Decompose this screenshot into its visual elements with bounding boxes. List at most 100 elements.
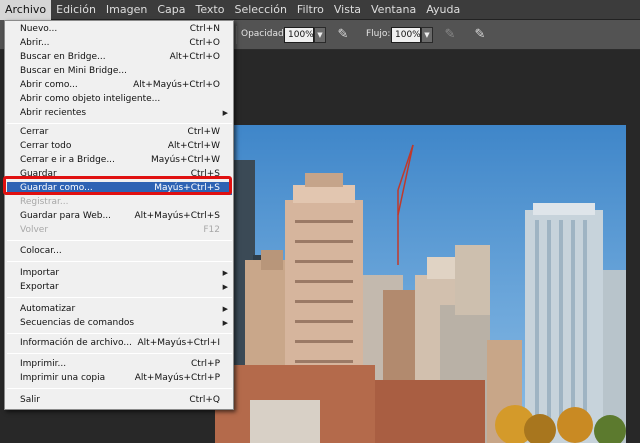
menu-item-abrir-recientes[interactable]: Abrir recientes ▶ [7, 107, 232, 120]
menu-item-shortcut: Alt+Mayús+Ctrl+I [137, 338, 220, 348]
menu-item-automatizar[interactable]: Automatizar ▶ [7, 303, 232, 316]
menu-item-shortcut: Alt+Mayús+Ctrl+P [134, 373, 220, 383]
menu-item-informacion-archivo[interactable]: Información de archivo... Alt+Mayús+Ctrl… [7, 337, 232, 350]
submenu-arrow-icon: ▶ [222, 283, 228, 291]
submenu-arrow-icon: ▶ [222, 319, 228, 327]
menu-item-shortcut: Alt+Ctrl+W [167, 141, 220, 151]
opacity-label: Opacidad: [241, 29, 287, 39]
menu-item-salir[interactable]: Salir Ctrl+Q [7, 394, 232, 407]
menu-bar: Archivo Edición Imagen Capa Texto Selecc… [0, 0, 640, 20]
menu-item-abrir-objeto-inteligente[interactable]: Abrir como objeto inteligente... [7, 93, 232, 106]
options-divider [236, 26, 237, 44]
menu-item-abrir[interactable]: Abrir... Ctrl+O [7, 37, 232, 50]
opacity-input[interactable]: 100% [284, 27, 314, 43]
menu-ventana[interactable]: Ventana [366, 0, 421, 20]
menu-edicion[interactable]: Edición [51, 0, 101, 20]
file-menu-dropdown: Nuevo... Ctrl+N Abrir... Ctrl+O Buscar e… [4, 20, 234, 410]
menu-item-label: Abrir... [20, 38, 50, 48]
menu-item-label: Abrir como... [20, 80, 78, 90]
menu-item-label: Cerrar todo [20, 141, 72, 151]
menu-item-label: Abrir recientes [20, 108, 87, 118]
menu-item-registrar: Registrar... [7, 196, 232, 209]
menu-item-label: Imprimir una copia [20, 373, 106, 383]
menu-vista[interactable]: Vista [329, 0, 366, 20]
menu-item-label: Volver [20, 225, 49, 235]
menu-item-label: Imprimir... [20, 359, 67, 369]
menu-separator [7, 123, 232, 124]
menu-item-imprimir[interactable]: Imprimir... Ctrl+P [7, 358, 232, 371]
menu-item-shortcut: Ctrl+P [191, 359, 220, 369]
menu-item-nuevo[interactable]: Nuevo... Ctrl+N [7, 23, 232, 36]
menu-item-shortcut: F12 [203, 225, 220, 235]
chevron-down-icon: ▼ [317, 31, 323, 39]
menu-item-secuencias-comandos[interactable]: Secuencias de comandos ▶ [7, 317, 232, 330]
menu-archivo[interactable]: Archivo [0, 0, 52, 20]
menu-item-label: Información de archivo... [20, 338, 132, 348]
flow-label: Flujo: [366, 29, 391, 39]
submenu-arrow-icon: ▶ [222, 269, 228, 277]
menu-texto[interactable]: Texto [191, 0, 230, 20]
menu-item-cerrar-todo[interactable]: Cerrar todo Alt+Ctrl+W [7, 140, 232, 153]
menu-item-shortcut: Mayús+Ctrl+S [154, 183, 220, 193]
menu-item-label: Guardar para Web... [20, 211, 112, 221]
menu-item-shortcut: Ctrl+Q [189, 395, 220, 405]
menu-item-label: Nuevo... [20, 24, 58, 34]
menu-item-label: Exportar [20, 282, 59, 292]
menu-item-shortcut: Alt+Mayús+Ctrl+S [134, 211, 220, 221]
menu-separator [7, 240, 232, 241]
menu-item-label: Buscar en Mini Bridge... [20, 66, 127, 76]
menu-item-shortcut: Mayús+Ctrl+W [151, 155, 220, 165]
menu-item-label: Guardar como... [20, 183, 93, 193]
menu-item-label: Secuencias de comandos [20, 318, 135, 328]
menu-item-cerrar[interactable]: Cerrar Ctrl+W [7, 126, 232, 139]
pressure-size-icon[interactable]: ✎ [471, 26, 489, 44]
submenu-arrow-icon: ▶ [222, 109, 228, 117]
pressure-opacity-icon[interactable]: ✎ [334, 26, 352, 44]
menu-item-shortcut: Alt+Mayús+Ctrl+O [133, 80, 220, 90]
menu-item-shortcut: Ctrl+O [189, 38, 220, 48]
chevron-down-icon: ▼ [424, 31, 430, 39]
menu-item-imprimir-copia[interactable]: Imprimir una copia Alt+Mayús+Ctrl+P [7, 372, 232, 385]
menu-capa[interactable]: Capa [152, 0, 190, 20]
menu-separator [7, 297, 232, 298]
menu-item-volver: Volver F12 [7, 224, 232, 237]
menu-item-label: Registrar... [20, 197, 69, 207]
menu-item-shortcut: Alt+Ctrl+O [169, 52, 220, 62]
menu-item-label: Cerrar e ir a Bridge... [20, 155, 115, 165]
menu-item-cerrar-ir-bridge[interactable]: Cerrar e ir a Bridge... Mayús+Ctrl+W [7, 154, 232, 167]
city-skyline-photo [215, 144, 626, 443]
menu-item-buscar-mini-bridge[interactable]: Buscar en Mini Bridge... [7, 65, 232, 78]
menu-item-guardar[interactable]: Guardar Ctrl+S [7, 168, 232, 181]
menu-ayuda[interactable]: Ayuda [421, 0, 465, 20]
menu-item-abrir-como[interactable]: Abrir como... Alt+Mayús+Ctrl+O [7, 79, 232, 92]
menu-item-label: Salir [20, 395, 40, 405]
menu-item-label: Buscar en Bridge... [20, 52, 106, 62]
menu-imagen[interactable]: Imagen [101, 0, 152, 20]
menu-item-shortcut: Ctrl+N [189, 24, 220, 34]
submenu-arrow-icon: ▶ [222, 305, 228, 313]
menu-filtro[interactable]: Filtro [292, 0, 329, 20]
menu-item-label: Automatizar [20, 304, 76, 314]
menu-item-buscar-bridge[interactable]: Buscar en Bridge... Alt+Ctrl+O [7, 51, 232, 64]
menu-separator [7, 353, 232, 354]
menu-item-shortcut: Ctrl+S [190, 169, 220, 179]
flow-input[interactable]: 100% [391, 27, 421, 43]
menu-item-exportar[interactable]: Exportar ▶ [7, 281, 232, 294]
menu-separator [7, 261, 232, 262]
menu-item-colocar[interactable]: Colocar... [7, 245, 232, 258]
flow-dropdown-button[interactable]: ▼ [421, 27, 433, 43]
menu-separator [7, 333, 232, 334]
menu-seleccion[interactable]: Selección [229, 0, 291, 20]
menu-separator [7, 388, 232, 389]
menu-item-guardar-web[interactable]: Guardar para Web... Alt+Mayús+Ctrl+S [7, 210, 232, 223]
document-canvas[interactable] [215, 125, 626, 443]
menu-item-guardar-como[interactable]: Guardar como... Mayús+Ctrl+S [7, 182, 232, 195]
menu-item-label: Abrir como objeto inteligente... [20, 94, 161, 104]
opacity-dropdown-button[interactable]: ▼ [314, 27, 326, 43]
menu-item-label: Importar [20, 268, 60, 278]
menu-item-label: Cerrar [20, 127, 49, 137]
menu-item-importar[interactable]: Importar ▶ [7, 267, 232, 280]
menu-item-label: Guardar [20, 169, 57, 179]
airbrush-icon[interactable]: ✎ [441, 26, 459, 44]
menu-item-shortcut: Ctrl+W [187, 127, 220, 137]
